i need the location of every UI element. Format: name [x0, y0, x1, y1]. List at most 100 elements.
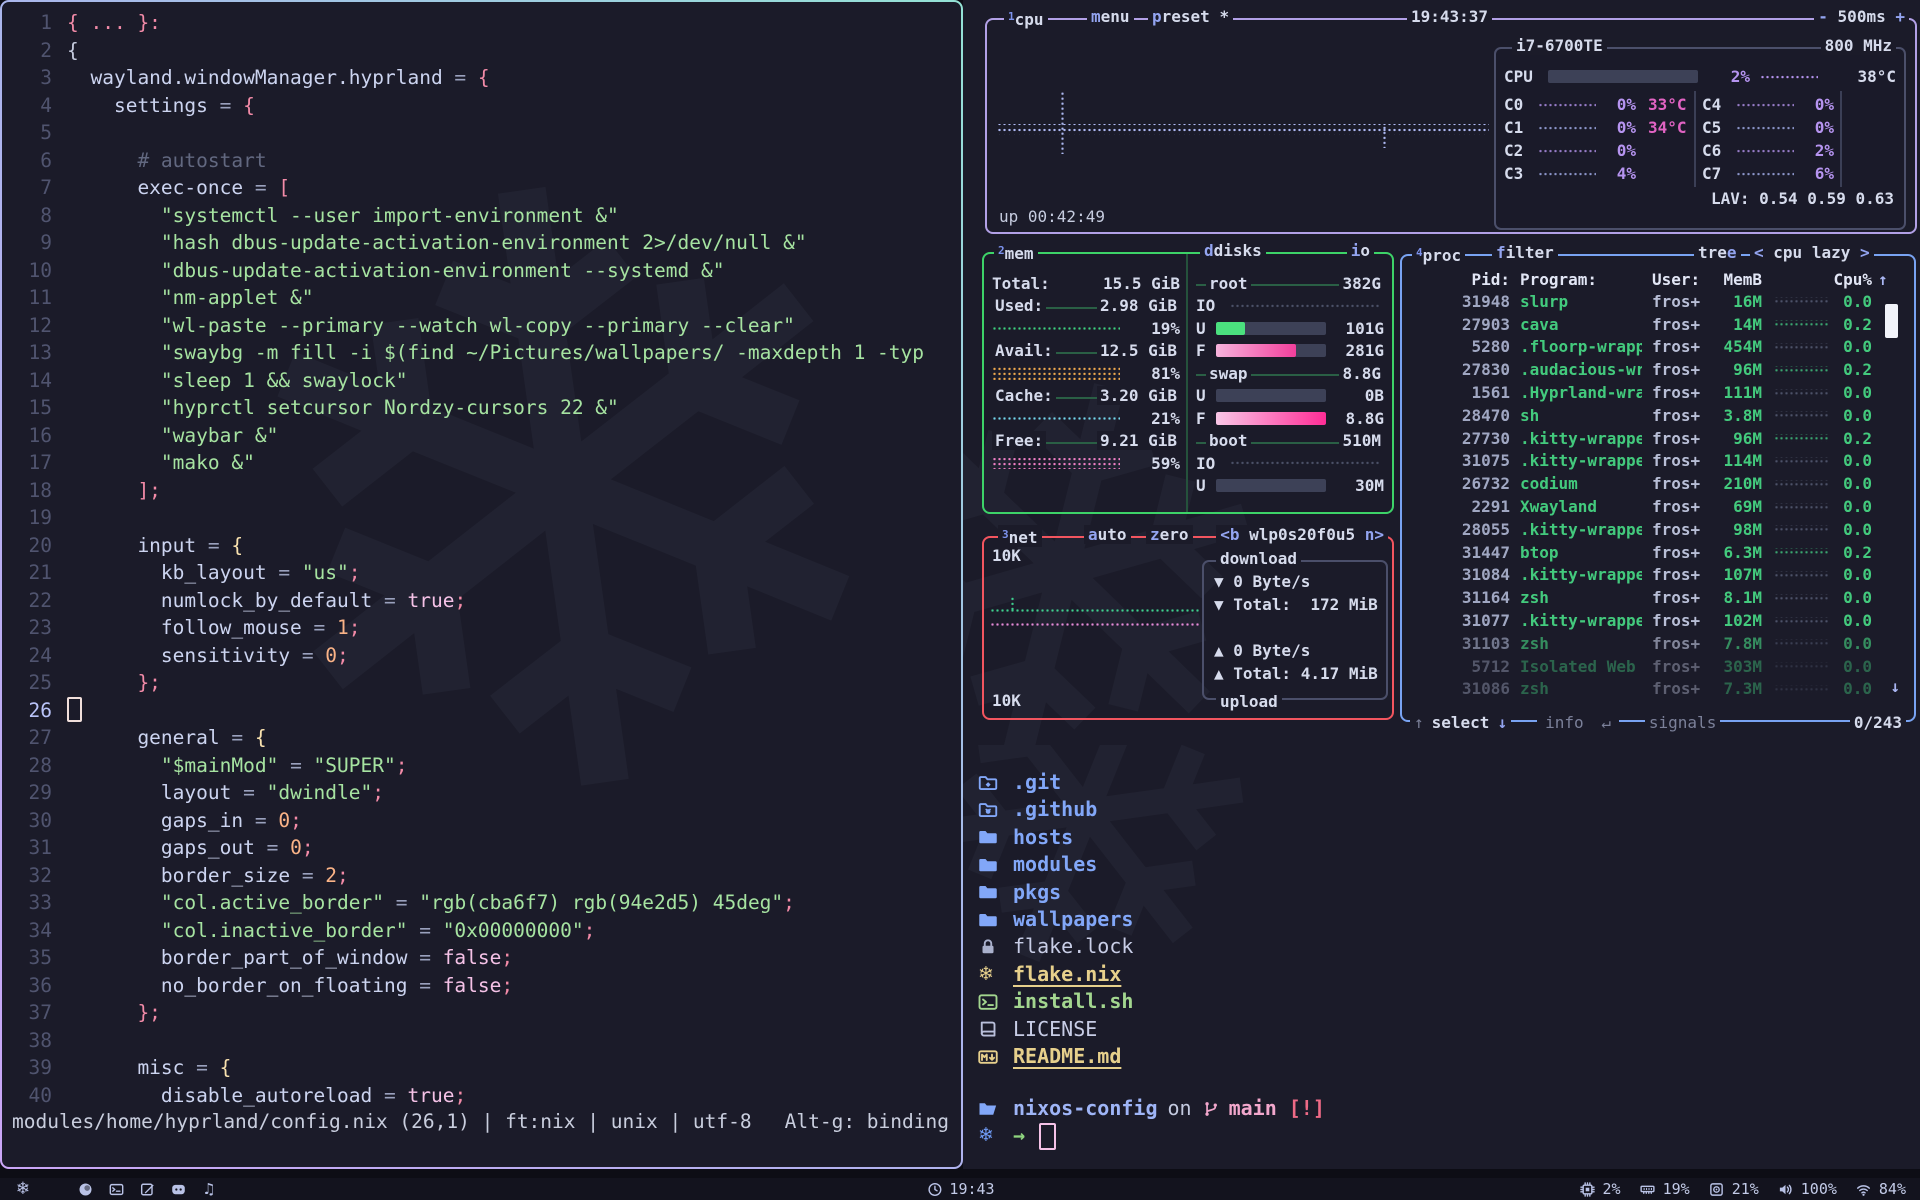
line-number: 11 [2, 284, 67, 312]
line-number: 29 [2, 779, 67, 807]
code-text: settings = { [67, 92, 255, 120]
process-row[interactable]: 31447btopfros+6.3M0.2 [1402, 541, 1914, 564]
update-interval-control[interactable]: - 500ms + [1814, 7, 1909, 26]
net-auto-button[interactable]: auto [1084, 525, 1131, 544]
net-totals-box: download ▼ 0 Byte/s ▼ Total: 172 MiB ▲ 0… [1202, 560, 1388, 700]
line-number: 28 [2, 752, 67, 780]
process-row[interactable]: 27903cavafros+14M0.2 [1402, 313, 1914, 336]
tree-toggle-button[interactable]: tree [1694, 243, 1741, 262]
file-item: hosts [963, 824, 1920, 851]
terminal-cursor [1039, 1123, 1056, 1150]
btop-window: ❄ 1cpu menu preset * 19:43:37 - 500ms + … [963, 0, 1920, 745]
core-usage-percent: 0% [1596, 95, 1636, 114]
process-row[interactable]: 31086zshfros+7.3M0.0 [1402, 678, 1914, 701]
filter-button[interactable]: filter [1492, 243, 1558, 262]
process-row[interactable]: 31075.kitty-wrappedfros+114M0.0 [1402, 450, 1914, 473]
notes-icon[interactable] [138, 1180, 156, 1198]
cpu-model-label: i7-6700TE [1512, 36, 1607, 55]
code-line: 35 border_part_of_window = false; [2, 944, 961, 972]
cpu-core-row: C40% [1702, 93, 1836, 116]
net-interface-selector[interactable]: <b wlp0s20f0u5 n> [1216, 525, 1388, 544]
proc-panel-title: 4proc [1412, 243, 1465, 265]
process-row[interactable]: 31164zshfros+8.1M0.0 [1402, 586, 1914, 609]
shell-icon [978, 992, 1004, 1012]
terminal-window[interactable]: ❄ .git.githubhostsmodulespkgswallpapersf… [963, 745, 1920, 1169]
cpu-total-row: CPU 2% 38°C [1504, 65, 1896, 88]
menu-button[interactable]: menu [1087, 7, 1134, 26]
net-zero-button[interactable]: zero [1146, 525, 1193, 544]
music-icon[interactable]: ♫ [200, 1180, 218, 1198]
select-up-icon[interactable]: ↑ [1410, 713, 1428, 732]
btop-clock: 19:43:37 [1407, 7, 1492, 26]
prompt-directory: nixos-config [1013, 1095, 1158, 1122]
process-row[interactable]: 1561.Hyprland-wrapfros+111M0.0 [1402, 381, 1914, 404]
core-usage-graph [1538, 148, 1596, 154]
file-name: .git [1013, 769, 1061, 796]
core-usage-percent: 0% [1794, 95, 1834, 114]
code-line: 13 "swaybg -m fill -i $(find ~/Pictures/… [2, 339, 961, 367]
code-line: 4 settings = { [2, 92, 961, 120]
process-cpu-graph [1774, 503, 1830, 511]
line-number: 18 [2, 477, 67, 505]
core-usage-graph [1538, 102, 1596, 108]
process-row[interactable]: 5280.floorp-wrappefros+454M0.0 [1402, 336, 1914, 359]
download-label: download [1216, 549, 1301, 568]
process-cpu-graph [1774, 548, 1830, 556]
code-area[interactable]: 1{ ... }:2{3 wayland.windowManager.hyprl… [2, 9, 961, 1109]
mem-stat-row: Free:9.21 GiB [992, 430, 1180, 453]
sort-selector[interactable]: < cpu lazy > [1750, 243, 1874, 262]
code-line: 33 "col.active_border" = "rgb(cba6f7) rg… [2, 889, 961, 917]
nix-shell-icon: ❄ [978, 1126, 1004, 1146]
editor-pane[interactable]: ❄ 1{ ... }:2{3 wayland.windowManager.hyp… [2, 2, 961, 1167]
process-row[interactable]: 31948slurpfros+16M0.0 [1402, 290, 1914, 313]
line-number: 16 [2, 422, 67, 450]
code-line: 34 "col.inactive_border" = "0x00000000"; [2, 917, 961, 945]
sort-direction-icon[interactable]: ↑ [1878, 270, 1888, 289]
mem-meter-row: 19% [992, 317, 1180, 340]
editor-window: ❄ 1{ ... }:2{3 wayland.windowManager.hyp… [0, 0, 963, 1169]
line-number: 7 [2, 174, 67, 202]
process-row[interactable]: 5712Isolated Web Cfros+303M0.0 [1402, 655, 1914, 678]
shell-input-line[interactable]: ❄ → [963, 1122, 1920, 1149]
scroll-down-icon[interactable]: ↓ [1890, 677, 1900, 696]
code-line: 3 wayland.windowManager.hyprland = { [2, 64, 961, 92]
signals-button[interactable]: signals [1645, 713, 1720, 732]
file-name: wallpapers [1013, 906, 1133, 933]
process-row[interactable]: 31077.kitty-wrappedfros+102M0.0 [1402, 609, 1914, 632]
process-row[interactable]: 26732codiumfros+210M0.0 [1402, 472, 1914, 495]
taskbar-clock[interactable]: 19:43 [925, 1180, 994, 1198]
discord-icon[interactable] [169, 1180, 187, 1198]
process-row[interactable]: 27730.kitty-wrappedfros+96M0.2 [1402, 427, 1914, 450]
line-number: 23 [2, 614, 67, 642]
file-item: pkgs [963, 879, 1920, 906]
disk-name-row: swap8.8G [1196, 362, 1384, 385]
terminal-icon[interactable] [107, 1180, 125, 1198]
process-row[interactable]: 31084.kitty-wrappedfros+107M0.0 [1402, 564, 1914, 587]
line-number: 19 [2, 504, 67, 532]
io-mode-button[interactable]: io [1347, 241, 1374, 260]
browser-icon[interactable] [76, 1180, 94, 1198]
statusline: modules/home/hyprland/config.nix (26,1) … [2, 1108, 961, 1136]
process-row[interactable]: 2291Xwaylandfros+69M0.0 [1402, 495, 1914, 518]
disk-icon [1708, 1180, 1726, 1198]
net-scale-top: 10K [992, 546, 1021, 565]
cpu-history-graph [997, 124, 1489, 135]
code-text: "systemctl --user import-environment &" [67, 202, 619, 230]
line-number: 10 [2, 257, 67, 285]
process-row[interactable]: 28055.kitty-wrappedfros+98M0.0 [1402, 518, 1914, 541]
nix-menu-icon[interactable]: ❄ [14, 1180, 32, 1198]
select-down-icon[interactable]: ↓ [1493, 713, 1511, 732]
preset-button[interactable]: preset * [1148, 7, 1233, 26]
info-button[interactable]: info ↵ [1537, 713, 1619, 732]
process-row[interactable]: 27830.audacious-wrafros+96M0.2 [1402, 358, 1914, 381]
proc-scrollbar[interactable] [1885, 304, 1898, 338]
code-text: gaps_in = 0; [67, 807, 302, 835]
process-row[interactable]: 28470shfros+3.8M0.0 [1402, 404, 1914, 427]
process-row[interactable]: 31103zshfros+7.8M0.0 [1402, 632, 1914, 655]
code-text: "col.inactive_border" = "0x00000000"; [67, 917, 595, 945]
folder-open-icon [978, 1099, 1004, 1119]
process-cpu-graph [1774, 525, 1830, 533]
file-item: LICENSE [963, 1016, 1920, 1043]
code-line: 36 no_border_on_floating = false; [2, 972, 961, 1000]
code-line: 39 misc = { [2, 1054, 961, 1082]
